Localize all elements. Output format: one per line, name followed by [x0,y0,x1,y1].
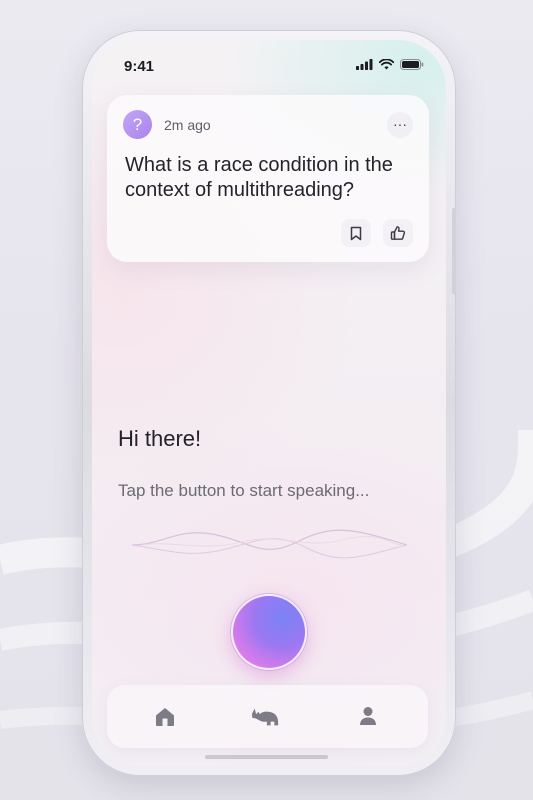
home-icon [156,707,174,726]
tab-profile[interactable] [353,701,383,731]
bookmark-icon [350,226,362,240]
user-icon [360,707,376,725]
phone-side-button [452,208,456,294]
tab-assistant[interactable] [250,701,280,731]
battery-icon [400,59,424,70]
cellular-signal-icon [356,59,373,70]
rhino-icon [251,708,279,726]
status-time: 9:41 [124,58,155,75]
voice-record-button[interactable] [231,594,307,670]
phone-screen: 9:41 ? 2m ago ··· What is a race conditi… [92,40,446,766]
more-options-button[interactable]: ··· [387,112,413,138]
home-indicator [205,755,328,759]
bottom-tab-bar [107,685,428,748]
bookmark-button[interactable] [341,219,371,247]
phone-frame: 9:41 ? 2m ago ··· What is a race conditi… [82,30,456,776]
wifi-icon [379,59,394,70]
thumbs-up-icon [390,226,406,240]
speaking-hint: Tap the button to start speaking... [118,481,370,500]
sound-wave-icon [132,529,407,559]
status-icons [356,59,424,70]
question-card[interactable]: ? 2m ago ··· What is a race condition in… [107,95,429,262]
greeting-heading: Hi there! [118,426,202,451]
status-bar: 9:41 [92,40,446,90]
like-button[interactable] [383,219,413,247]
question-timestamp: 2m ago [164,117,211,133]
question-avatar-icon: ? [123,110,152,139]
tab-home[interactable] [150,701,180,731]
question-text: What is a race condition in the context … [125,154,393,201]
